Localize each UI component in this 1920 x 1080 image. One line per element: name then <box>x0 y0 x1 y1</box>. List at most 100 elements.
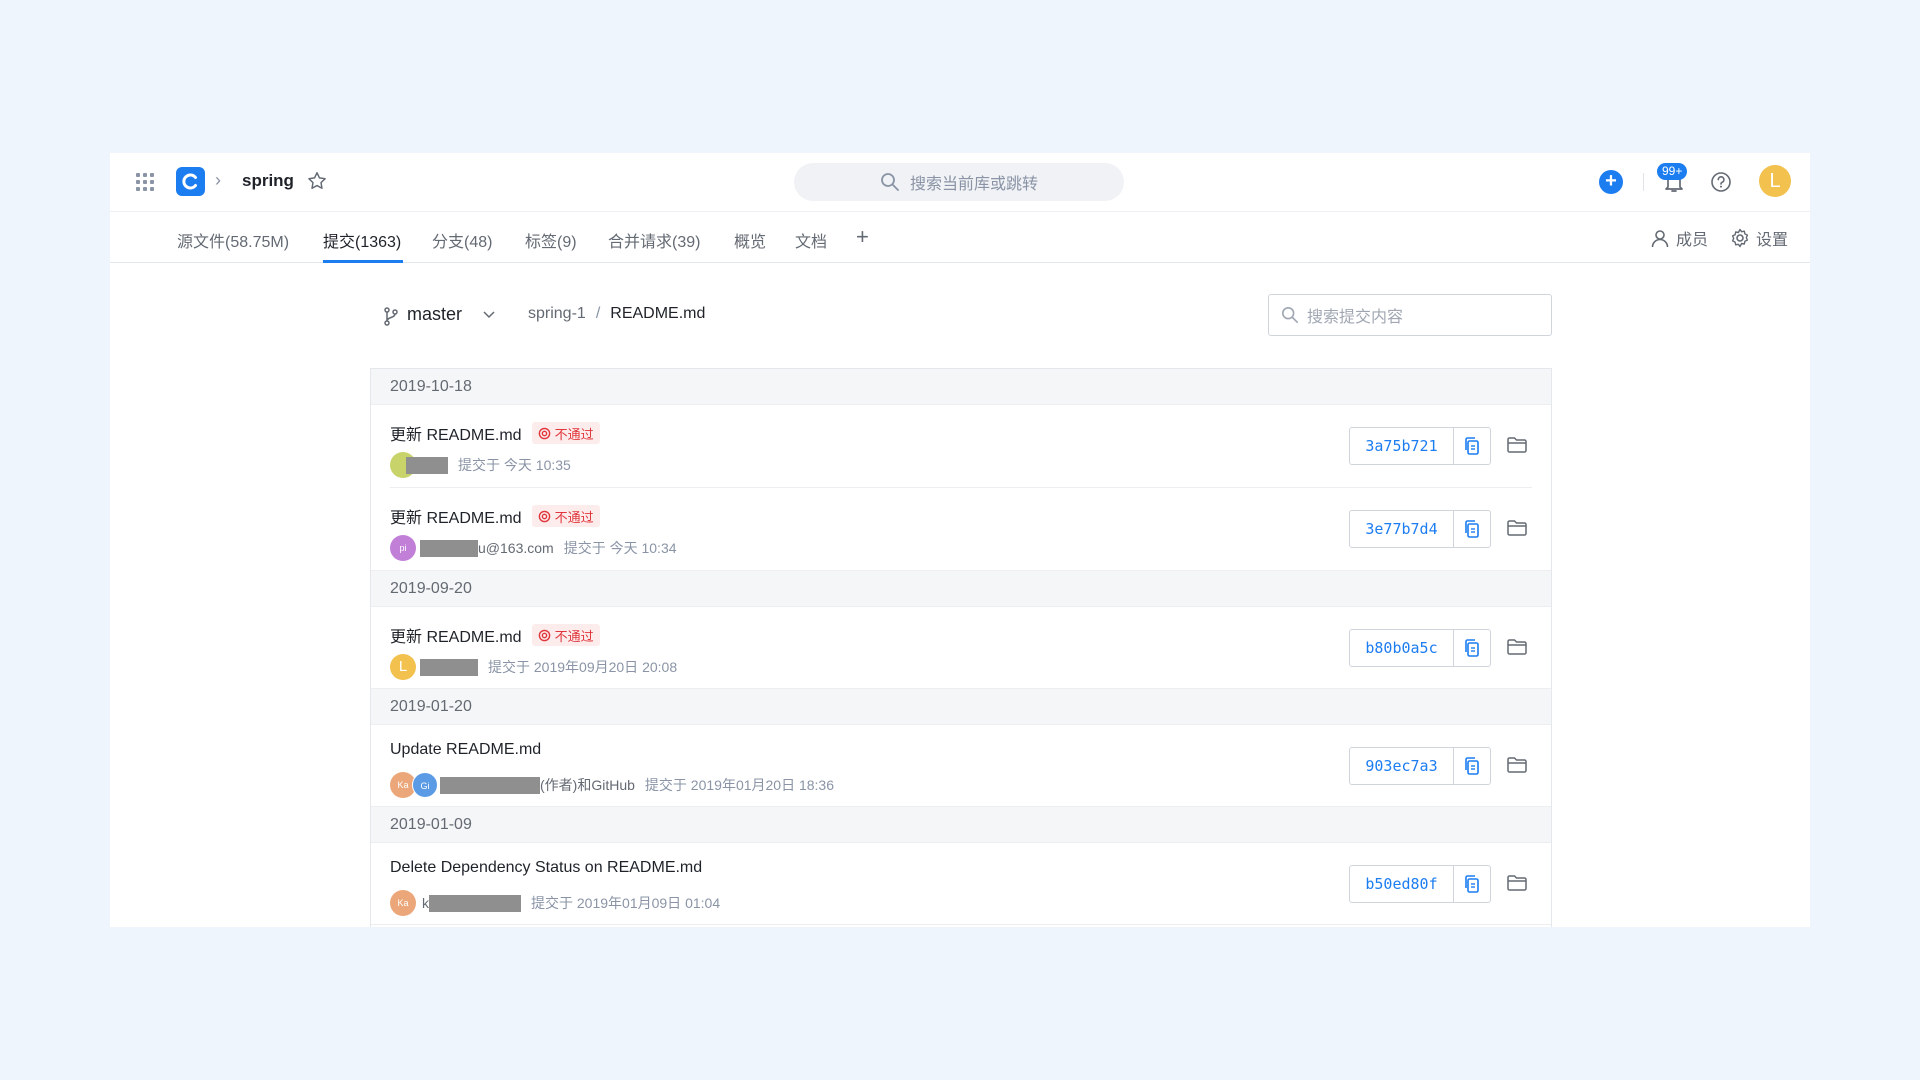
ci-fail-icon <box>538 427 550 439</box>
commit-title[interactable]: 更新 README.md <box>390 421 522 445</box>
path-root-link[interactable]: spring-1 <box>528 305 586 322</box>
commit-title[interactable]: Update README.md <box>390 741 541 759</box>
commit-time: 提交于 今天 10:35 <box>458 457 571 473</box>
tab-docs[interactable]: 文档 <box>795 228 827 252</box>
apps-grid-icon[interactable] <box>136 173 154 191</box>
copy-sha-button[interactable] <box>1454 428 1490 464</box>
commit-time: 提交于 2019年01月09日 01:04 <box>531 895 721 911</box>
commit-sha-link[interactable]: b80b0a5c <box>1350 630 1454 666</box>
ci-status-text: 不通过 <box>554 628 594 644</box>
folder-icon[interactable] <box>1506 755 1528 775</box>
copy-sha-button[interactable] <box>1454 866 1490 902</box>
author-avatar[interactable]: pi <box>390 535 416 561</box>
commit-meta: 提交于 今天 10:35 <box>390 452 571 478</box>
commit-search-placeholder: 搜索提交内容 <box>1307 309 1404 326</box>
date-group-header: 2019-01-20 <box>371 689 1551 725</box>
commit-title-line: Update README.md <box>390 741 541 759</box>
commit-meta: Ka Gi (作者)和GitHub 提交于 2019年01月20日 18:36 <box>390 772 834 798</box>
branch-selector[interactable]: master <box>407 304 462 325</box>
settings-link[interactable]: 设置 <box>1730 226 1788 250</box>
commit-row[interactable]: 更新 README.md 不通过 pi u@163.com 提交于 今天 10:… <box>371 488 1551 571</box>
copy-sha-button[interactable] <box>1454 511 1490 547</box>
folder-icon[interactable] <box>1506 637 1528 657</box>
ci-fail-icon <box>538 510 550 522</box>
commit-time: 提交于 2019年09月20日 20:08 <box>488 659 678 675</box>
copy-icon <box>1465 757 1479 775</box>
commit-sha-link[interactable]: 903ec7a3 <box>1350 748 1454 784</box>
tab-overview[interactable]: 概览 <box>734 228 766 252</box>
repo-actions: 成员 设置 <box>1650 226 1788 250</box>
commit-row[interactable]: Delete Dependency Status on README.md Ka… <box>371 843 1551 925</box>
commit-row[interactable]: 更新 README.md 不通过 提交于 今天 10:35 3a75b721 <box>371 405 1551 488</box>
copy-icon <box>1465 520 1479 538</box>
redacted-author-name <box>406 456 448 474</box>
ci-fail-icon <box>538 629 550 641</box>
redacted-author-name <box>420 539 478 557</box>
ci-status-badge[interactable]: 不通过 <box>531 624 600 646</box>
commit-sha-link[interactable]: 3a75b721 <box>1350 428 1454 464</box>
settings-label: 设置 <box>1755 232 1788 249</box>
author-avatar[interactable]: L <box>390 654 416 680</box>
folder-icon[interactable] <box>1506 873 1528 893</box>
global-search-placeholder: 搜索当前库或跳转 <box>909 176 1038 193</box>
breadcrumb-chevron-icon: › <box>215 170 221 190</box>
tab-tags[interactable]: 标签(9) <box>525 228 577 252</box>
search-icon <box>1281 306 1299 324</box>
add-tab-button[interactable]: + <box>856 224 869 250</box>
members-label: 成员 <box>1675 232 1708 249</box>
members-link[interactable]: 成员 <box>1650 226 1708 250</box>
commit-sha-link[interactable]: b50ed80f <box>1350 866 1454 902</box>
gear-icon <box>1731 228 1749 248</box>
tab-source-files[interactable]: 源文件(58.75M) <box>177 228 289 252</box>
commit-title-line: 更新 README.md 不通过 <box>390 421 600 445</box>
create-button[interactable]: + <box>1599 170 1623 194</box>
commit-title[interactable]: 更新 README.md <box>390 623 522 647</box>
commit-title[interactable]: Delete Dependency Status on README.md <box>390 859 702 877</box>
ci-status-text: 不通过 <box>554 426 594 442</box>
commit-sha-group: 3e77b7d4 <box>1349 510 1491 548</box>
commit-row[interactable]: 更新 README.md 不通过 L 提交于 2019年09月20日 20:08… <box>371 607 1551 689</box>
help-icon[interactable] <box>1710 171 1732 193</box>
author-name-prefix: k <box>422 895 429 911</box>
commit-search-input[interactable]: 搜索提交内容 <box>1268 294 1552 336</box>
redacted-author-name <box>420 658 478 676</box>
commit-title-line: Delete Dependency Status on README.md <box>390 859 702 877</box>
copy-sha-button[interactable] <box>1454 630 1490 666</box>
divider <box>1643 173 1644 191</box>
tab-branches[interactable]: 分支(48) <box>432 228 492 252</box>
author-avatar[interactable]: Ka <box>390 890 416 916</box>
committer-avatar[interactable]: Gi <box>412 772 438 798</box>
commit-time: 提交于 今天 10:34 <box>563 540 677 556</box>
date-group-header: 2019-10-18 <box>371 369 1551 405</box>
commit-sha-link[interactable]: 3e77b7d4 <box>1350 511 1454 547</box>
active-tab-indicator <box>323 260 403 263</box>
global-search-input[interactable]: 搜索当前库或跳转 <box>794 163 1124 201</box>
tab-merge-requests[interactable]: 合并请求(39) <box>608 228 700 252</box>
app-window: › spring 搜索当前库或跳转 + 99+ L 源文件(58.75M) 提交… <box>110 153 1810 927</box>
file-path-breadcrumb: spring-1 / README.md <box>528 305 705 323</box>
ci-status-badge[interactable]: 不通过 <box>531 422 600 444</box>
user-avatar[interactable]: L <box>1759 165 1791 197</box>
tab-commits[interactable]: 提交(1363) <box>323 228 401 252</box>
redacted-author-name <box>440 776 540 794</box>
ci-status-text: 不通过 <box>554 509 594 525</box>
author-suffix: (作者)和GitHub <box>540 777 635 793</box>
commit-title-line: 更新 README.md 不通过 <box>390 623 600 647</box>
copy-sha-button[interactable] <box>1454 748 1490 784</box>
commit-meta: L 提交于 2019年09月20日 20:08 <box>390 654 677 680</box>
commit-row[interactable]: Update README.md Ka Gi (作者)和GitHub 提交于 2… <box>371 725 1551 807</box>
chevron-down-icon[interactable] <box>482 307 496 321</box>
folder-icon[interactable] <box>1506 435 1528 455</box>
date-group-header: 2019-09-20 <box>371 571 1551 607</box>
commit-list: 2019-10-18 更新 README.md 不通过 提交于 今天 10:35… <box>370 368 1552 927</box>
product-logo[interactable] <box>176 167 205 196</box>
top-bar: › spring 搜索当前库或跳转 + 99+ L <box>110 153 1810 211</box>
author-email: u@163.com <box>478 540 554 556</box>
ci-status-badge[interactable]: 不通过 <box>531 505 600 527</box>
repo-name-link[interactable]: spring <box>242 171 294 191</box>
copy-icon <box>1465 875 1479 893</box>
path-separator: / <box>595 305 601 322</box>
star-icon[interactable] <box>306 170 328 192</box>
commit-title[interactable]: 更新 README.md <box>390 504 522 528</box>
folder-icon[interactable] <box>1506 518 1528 538</box>
